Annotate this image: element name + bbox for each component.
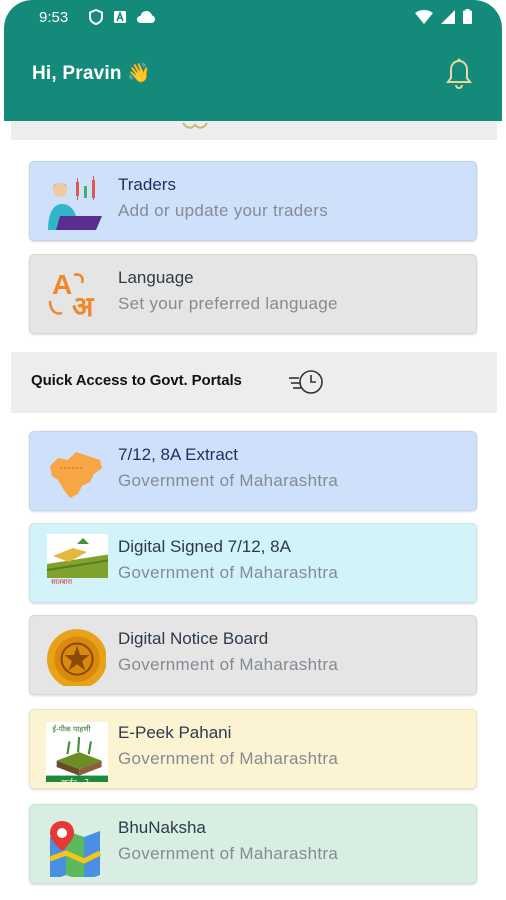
language-swap-marks <box>48 273 84 315</box>
portal-subtitle: Government of Maharashtra <box>118 655 339 674</box>
cloud-icon <box>137 11 155 23</box>
quick-access-header: Quick Access to Govt. Portals <box>11 352 497 413</box>
portal-title: BhuNaksha <box>118 818 206 837</box>
app-notification-icon <box>114 10 126 23</box>
quick-access-title: Quick Access to Govt. Portals <box>31 372 242 389</box>
traders-subtitle: Add or update your traders <box>118 201 329 220</box>
language-title: Language <box>118 268 194 287</box>
greeting: Hi, Pravin 👋 <box>32 61 151 85</box>
bell-icon <box>446 58 472 90</box>
greeting-text: Hi, Pravin <box>32 63 122 84</box>
language-subtitle: Set your preferred language <box>118 294 338 313</box>
notification-bell-button[interactable] <box>446 58 472 95</box>
app-bar: 9:53 Hi, Pravin 👋 <box>4 0 502 121</box>
status-notification-icons <box>89 9 155 25</box>
svg-text:ई-पीक पाहणी: ई-पीक पाहणी <box>52 725 91 734</box>
portal-subtitle: Government of Maharashtra <box>118 844 339 863</box>
status-bar: 9:53 <box>4 0 502 36</box>
traders-card[interactable]: Traders Add or update your traders <box>29 161 477 241</box>
portal-subtitle: Government of Maharashtra <box>118 471 339 490</box>
portal-subtitle: Government of Maharashtra <box>118 563 339 582</box>
shield-icon <box>89 9 103 25</box>
state-seal-icon <box>47 629 106 686</box>
portal-card-digital-signed[interactable]: सातबारा Digital Signed 7/12, 8A Governme… <box>29 523 477 603</box>
maharashtra-map-icon <box>50 452 102 498</box>
portal-card-e-peek-pahani[interactable]: ई-पीक पाहणी व्हर्जन - 2 E-Peek Pahani Go… <box>29 709 477 789</box>
trader-chart-icon <box>48 176 102 230</box>
farm-field-icon: सातबारा <box>46 534 108 586</box>
portal-title: 7/12, 8A Extract <box>118 445 239 464</box>
partial-illustration-icon <box>182 122 208 129</box>
history-icon[interactable] <box>287 365 327 399</box>
portal-title: Digital Notice Board <box>118 629 269 648</box>
portal-card-7-12-extract[interactable]: 7/12, 8A Extract Government of Maharasht… <box>29 431 477 511</box>
traders-title: Traders <box>118 175 176 194</box>
portal-subtitle: Government of Maharashtra <box>118 749 339 768</box>
portal-card-notice-board[interactable]: Digital Notice Board Government of Mahar… <box>29 615 477 695</box>
wifi-icon <box>415 9 433 24</box>
wave-emoji: 👋 <box>127 63 151 84</box>
portal-title: E-Peek Pahani <box>118 723 232 742</box>
status-system-icons <box>415 9 472 24</box>
status-time: 9:53 <box>39 9 69 26</box>
portal-title: Digital Signed 7/12, 8A <box>118 537 291 556</box>
svg-text:सातबारा: सातबारा <box>51 578 72 586</box>
svg-text:व्हर्जन - 2: व्हर्जन - 2 <box>61 778 89 782</box>
battery-icon <box>463 9 472 24</box>
phone-screen: 9:53 Hi, Pravin 👋 Traders Add or update … <box>4 0 502 900</box>
language-icon: A अ <box>46 269 104 323</box>
crop-survey-icon: ई-पीक पाहणी व्हर्जन - 2 <box>46 722 108 782</box>
portal-card-bhunaksha[interactable]: BhuNaksha Government of Maharashtra <box>29 804 477 884</box>
signal-icon <box>441 9 455 24</box>
language-card[interactable]: A अ Language Set your preferred language <box>29 254 477 334</box>
scrolled-section-strip <box>11 121 497 140</box>
map-pin-icon <box>49 821 102 877</box>
